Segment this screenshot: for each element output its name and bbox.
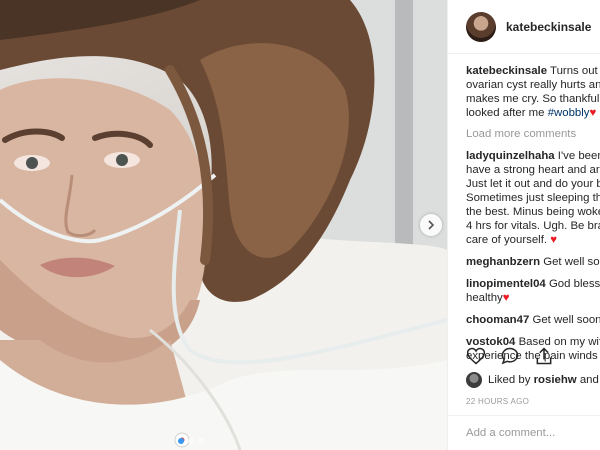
comment-text: Get well soon xyxy=(543,256,600,268)
heart-outline-icon xyxy=(466,347,486,365)
comment-item: chooman47 Get well soon xyxy=(466,313,600,327)
photo-illustration xyxy=(0,0,447,450)
next-photo-button[interactable] xyxy=(420,214,442,236)
comment-username[interactable]: linopimentel04 xyxy=(466,278,546,290)
caption: katebeckinsale Turns out a r ovarian cys… xyxy=(466,64,600,120)
caption-text: Turns out a r xyxy=(550,65,600,77)
share-arrow-icon xyxy=(536,347,552,365)
load-more-comments-button[interactable]: Load more comments xyxy=(466,127,600,141)
like-button[interactable] xyxy=(466,346,486,366)
comment-item: meghanbzern Get well soon xyxy=(466,255,600,269)
comment-text: have a strong heart and are xyxy=(466,164,600,176)
heart-emoji: ♥ xyxy=(589,107,597,119)
caption-text: looked after me xyxy=(466,107,548,119)
comment-text: Just let it out and do your b xyxy=(466,178,600,190)
header-username[interactable]: katebeckinsale xyxy=(506,20,591,34)
add-comment-input[interactable]: Add a comment... xyxy=(448,415,600,450)
caption-username[interactable]: katebeckinsale xyxy=(466,65,547,77)
caption-line: ovarian cyst really hurts and xyxy=(466,79,600,91)
avatar[interactable] xyxy=(466,11,496,42)
post-actions xyxy=(466,346,554,366)
comment-text: the best. Minus being woken xyxy=(466,206,600,218)
liker-username[interactable]: rosiehw xyxy=(534,374,577,386)
comment-text: I've been th xyxy=(557,150,600,162)
chevron-right-icon xyxy=(428,220,435,230)
carousel-dot xyxy=(178,438,184,444)
heart-emoji: ♥ xyxy=(550,234,557,246)
caption-line: looked after me #wobbly♥ xyxy=(466,106,600,120)
carousel-indicator xyxy=(178,438,204,444)
comment-text: Get well soon xyxy=(532,314,600,326)
comment-username[interactable]: meghanbzern xyxy=(466,256,540,268)
comment-text: healthy xyxy=(466,292,503,304)
post-timestamp[interactable]: 22 HOURS AGO xyxy=(466,397,529,406)
likes-prefix: Liked by xyxy=(488,374,531,386)
comment-text: Sometimes just sleeping thro xyxy=(466,192,600,204)
comment-username[interactable]: chooman47 xyxy=(466,314,529,326)
hashtag-link[interactable]: #wobbly xyxy=(548,107,590,119)
comment-bubble-icon xyxy=(501,347,519,365)
comment-username[interactable]: ladyquinzelhaha xyxy=(466,150,555,162)
comment-text: God bless yo xyxy=(548,278,600,290)
caption-line: katebeckinsale Turns out a r xyxy=(466,64,600,78)
liker-avatar[interactable] xyxy=(466,372,482,388)
share-button[interactable] xyxy=(534,346,554,366)
likes-suffix[interactable]: and 28 xyxy=(580,374,600,386)
post-side-panel: katebeckinsale • katebeckinsale Turns ou… xyxy=(447,0,600,450)
caption-line: makes me cry. So thankful to xyxy=(466,93,600,105)
comment-item: linopimentel04 God bless yo healthy♥ xyxy=(466,277,600,305)
heart-emoji: ♥ xyxy=(502,292,510,304)
likes-summary: Liked by rosiehw and 28 xyxy=(466,372,600,388)
post-photo[interactable] xyxy=(0,0,447,450)
comments-list: katebeckinsale Turns out a r ovarian cys… xyxy=(466,64,600,371)
comment-item: ladyquinzelhaha I've been th have a stro… xyxy=(466,149,600,247)
comment-text: 4 hrs for vitals. Ugh. Be brav xyxy=(466,220,600,232)
comment-text: care of yourself. xyxy=(466,234,551,246)
post-header: katebeckinsale • xyxy=(448,0,600,54)
comment-button[interactable] xyxy=(500,346,520,366)
carousel-dot xyxy=(188,438,194,444)
carousel-dot xyxy=(198,438,204,444)
